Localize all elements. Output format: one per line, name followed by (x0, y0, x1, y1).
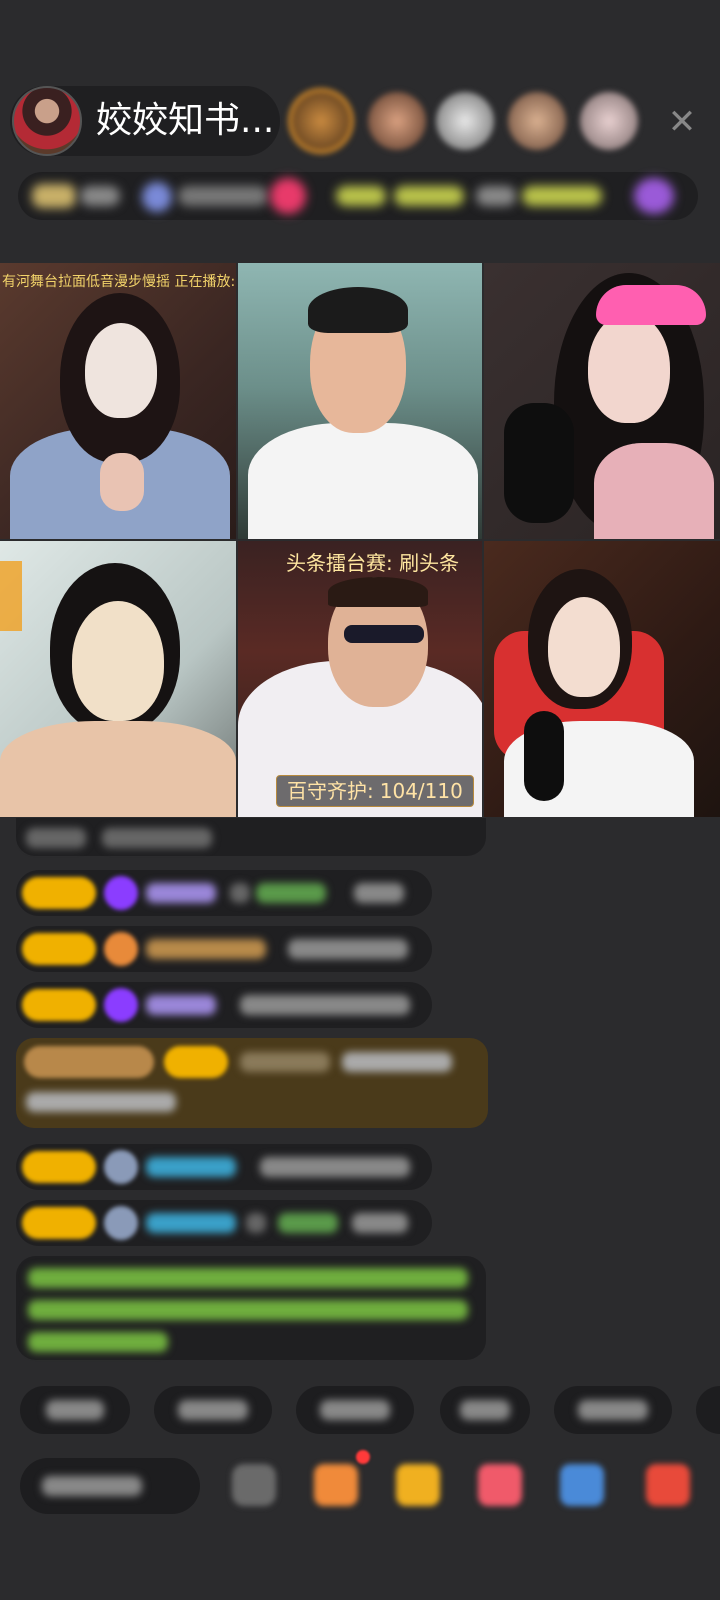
fan-badge[interactable] (22, 1207, 96, 1239)
chat-username[interactable] (146, 1213, 236, 1233)
tag-2[interactable] (394, 186, 464, 206)
fan-badge[interactable] (22, 877, 96, 909)
tag-3[interactable] (476, 186, 516, 206)
top-viewer-avatar-1[interactable] (292, 92, 350, 150)
gift-icon[interactable] (314, 1464, 358, 1506)
guest-5-hair (328, 577, 428, 607)
avatar-icon (104, 1206, 138, 1240)
chat-username[interactable] (146, 939, 266, 959)
game-icon[interactable] (560, 1464, 604, 1506)
chat-message-2[interactable] (16, 926, 432, 972)
activity-icon[interactable] (634, 178, 674, 214)
chat-message-1[interactable] (16, 870, 432, 916)
guest-2-body (248, 423, 478, 539)
sunglasses (344, 625, 424, 643)
guard-counter[interactable]: 百守齐护: 104/110 (276, 775, 474, 807)
popularity-icon (142, 182, 172, 212)
fan-badge[interactable] (22, 933, 96, 965)
guest-3-face (588, 313, 670, 423)
pink-glasses-effect (596, 285, 706, 325)
close-icon[interactable]: ✕ (664, 104, 700, 140)
quick-reply-1[interactable] (20, 1386, 130, 1434)
heart-icon[interactable] (270, 178, 306, 214)
quick-reply-6[interactable] (696, 1386, 720, 1434)
top-viewer-avatar-5[interactable] (580, 92, 638, 150)
rank-badge[interactable] (32, 184, 76, 208)
video-tile-6[interactable] (484, 541, 720, 817)
quick-reply-2[interactable] (154, 1386, 272, 1434)
system-notice (16, 1256, 486, 1360)
notification-dot (356, 1450, 370, 1464)
video-tile-4[interactable] (0, 541, 236, 817)
avatar-icon (104, 1150, 138, 1184)
fan-badge[interactable] (22, 989, 96, 1021)
chat-message-4[interactable] (16, 1144, 432, 1190)
fan-badge[interactable] (22, 1151, 96, 1183)
chat-message-0 (16, 818, 486, 856)
video-tile-1[interactable]: 有河舞台拉面低音漫步慢摇 正在播放: 未知 (0, 263, 236, 539)
rank-text (80, 186, 120, 206)
fan-badge[interactable] (164, 1046, 228, 1078)
popularity-text (178, 186, 268, 206)
chat-input[interactable] (20, 1458, 200, 1514)
tag-4[interactable] (522, 186, 602, 206)
microphone-icon-2 (524, 711, 564, 801)
video-tile-3[interactable] (484, 263, 720, 539)
guest-2-hair (308, 287, 408, 333)
tag-1[interactable] (336, 186, 386, 206)
share-icon[interactable] (646, 1464, 690, 1506)
treasure-icon[interactable] (396, 1464, 440, 1506)
video-tile-5[interactable]: 头条擂台赛: 刷头条 百守齐护: 104/110 (238, 541, 482, 817)
video-tile-2[interactable] (238, 263, 482, 539)
quick-reply-5[interactable] (554, 1386, 672, 1434)
chat-message-highlight[interactable] (16, 1038, 488, 1128)
tile-5-caption: 头条擂台赛: 刷头条 (286, 551, 460, 575)
microphone-icon (504, 403, 574, 523)
guest-6-face (548, 597, 620, 697)
guest-3-body (594, 443, 714, 539)
quick-reply-4[interactable] (440, 1386, 530, 1434)
gem-icon (104, 988, 138, 1022)
tile-1-caption: 有河舞台拉面低音漫步慢摇 正在播放: 未知 (2, 274, 236, 290)
quick-reply-3[interactable] (296, 1386, 414, 1434)
top-viewer-avatar-4[interactable] (508, 92, 566, 150)
top-viewer-avatar-2[interactable] (368, 92, 426, 150)
guest-1-face (85, 323, 157, 418)
chat-message-5[interactable] (16, 1200, 432, 1246)
guard-count: 104/110 (379, 779, 463, 803)
guest-1-neck (100, 453, 144, 511)
guard-label: 百守齐护: (287, 779, 374, 803)
host-avatar[interactable] (12, 86, 82, 156)
guest-4-face (72, 601, 164, 721)
chat-username[interactable] (146, 883, 216, 903)
top-viewer-avatar-3[interactable] (436, 92, 494, 150)
chat-message-3[interactable] (16, 982, 432, 1028)
host-name[interactable]: 姣姣知书... (96, 98, 274, 144)
emoji-icon[interactable] (232, 1464, 276, 1506)
red-packet-icon[interactable] (478, 1464, 522, 1506)
noble-badge[interactable] (24, 1046, 154, 1078)
room-info-bar[interactable] (18, 172, 698, 220)
chat-username[interactable] (146, 995, 216, 1015)
guest-4-body (0, 721, 236, 817)
gem-icon (104, 876, 138, 910)
multi-guest-video-grid: 有河舞台拉面低音漫步慢摇 正在播放: 未知 头条擂台赛: 刷头条 百守齐护:10… (0, 263, 720, 817)
level-icon (104, 932, 138, 966)
chat-username[interactable] (146, 1157, 236, 1177)
tile-4-side-banner (0, 561, 22, 631)
